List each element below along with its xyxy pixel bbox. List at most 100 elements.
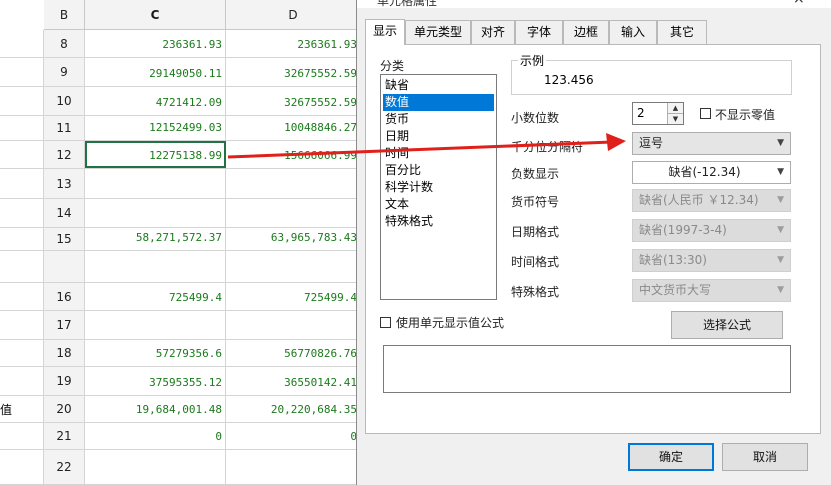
cell-c[interactable]: 19,684,001.48 [85, 396, 226, 422]
cell-a[interactable] [0, 169, 44, 198]
cell-d[interactable]: 56770826.76 [226, 340, 361, 366]
cell-c[interactable]: 58,271,572.37 [85, 228, 226, 250]
row-number[interactable]: 21 [44, 423, 85, 449]
category-item-default[interactable]: 缺省 [383, 77, 494, 94]
tab-alignment[interactable]: 对齐 [471, 20, 515, 44]
cell-a[interactable] [0, 58, 44, 86]
row-number[interactable]: 14 [44, 199, 85, 227]
special-format-select: 中文货币大写 ▼ [632, 279, 791, 302]
cell-c[interactable]: 57279356.6 [85, 340, 226, 366]
row-number[interactable]: 10 [44, 87, 85, 115]
cell-d[interactable]: 0 [226, 423, 361, 449]
cell-a[interactable] [0, 340, 44, 366]
hide-zero-checkbox[interactable] [700, 108, 711, 119]
cell-a[interactable] [0, 228, 44, 250]
formula-textarea[interactable] [383, 345, 791, 393]
cell-a[interactable] [0, 423, 44, 449]
cell-d[interactable]: 36550142.41 [226, 367, 361, 395]
cell-d[interactable]: 32675552.59 [226, 87, 361, 115]
row-number[interactable]: 8 [44, 30, 85, 57]
chevron-down-icon: ▼ [777, 195, 784, 205]
row-number[interactable]: 20 [44, 396, 85, 422]
cell-c[interactable]: 725499.4 [85, 283, 226, 310]
row-number[interactable]: 9 [44, 58, 85, 86]
category-item-text[interactable]: 文本 [383, 196, 494, 213]
cell-d[interactable]: 236361.93 [226, 30, 361, 57]
cell-c[interactable]: 37595355.12 [85, 367, 226, 395]
cell-c[interactable]: 12152499.03 [85, 116, 226, 140]
cell-a[interactable] [0, 87, 44, 115]
cell-d[interactable]: 15666066.99 [226, 141, 361, 168]
stepper-down-icon[interactable]: ▼ [667, 114, 683, 124]
category-item-date[interactable]: 日期 [383, 128, 494, 145]
tab-input[interactable]: 输入 [609, 20, 657, 44]
row-number[interactable]: 18 [44, 340, 85, 366]
cell-c[interactable]: 12275138.99 [85, 141, 226, 168]
tab-display[interactable]: 显示 [365, 19, 405, 45]
cell-c[interactable]: 29149050.11 [85, 58, 226, 86]
cell-a[interactable] [0, 199, 44, 227]
decimal-places-value[interactable]: 2 [637, 106, 645, 120]
cell-a[interactable] [0, 30, 44, 57]
decimal-places-stepper[interactable]: 2 ▲ ▼ [632, 102, 684, 125]
tab-other[interactable]: 其它 [657, 20, 707, 44]
cell-a[interactable] [0, 141, 44, 168]
cell-a[interactable] [0, 116, 44, 140]
cell-d[interactable]: 63,965,783.43 [226, 228, 361, 250]
stepper-up-icon[interactable]: ▲ [667, 103, 683, 114]
cell-c[interactable]: 236361.93 [85, 30, 226, 57]
cell-d[interactable] [226, 199, 361, 227]
cell-d[interactable]: 725499.4 [226, 283, 361, 310]
category-item-number[interactable]: 数值 [383, 94, 494, 111]
cell-a[interactable] [0, 283, 44, 310]
cell-d[interactable]: 20,220,684.35 [226, 396, 361, 422]
cell-c[interactable] [85, 199, 226, 227]
cell-d[interactable] [226, 450, 361, 484]
cell-d[interactable] [226, 311, 361, 339]
cell-d[interactable] [226, 169, 361, 198]
cell-a[interactable] [0, 251, 44, 282]
tab-font[interactable]: 字体 [515, 20, 563, 44]
cell-c[interactable] [85, 450, 226, 484]
column-header-d[interactable]: D [226, 0, 361, 30]
category-item-scientific[interactable]: 科学计数 [383, 179, 494, 196]
cell-a[interactable] [0, 311, 44, 339]
thousands-separator-select[interactable]: 逗号 ▼ [632, 132, 791, 155]
row-number[interactable]: 16 [44, 283, 85, 310]
row-number[interactable]: 13 [44, 169, 85, 198]
cell-c[interactable] [85, 251, 226, 282]
column-header-c[interactable]: C [85, 0, 226, 30]
cell-c[interactable]: 4721412.09 [85, 87, 226, 115]
cell-c[interactable]: 0 [85, 423, 226, 449]
column-header-b[interactable]: B [44, 0, 85, 30]
cell-d[interactable]: 10048846.27 [226, 116, 361, 140]
negative-display-select[interactable]: 缺省(-12.34) ▼ [632, 161, 791, 184]
cell-c[interactable] [85, 169, 226, 198]
cell-d[interactable]: 32675552.59 [226, 58, 361, 86]
cell-c[interactable] [85, 311, 226, 339]
ok-button[interactable]: 确定 [628, 443, 714, 471]
row-number[interactable] [44, 251, 85, 282]
category-item-special[interactable]: 特殊格式 [383, 213, 494, 230]
category-item-time[interactable]: 时间 [383, 145, 494, 162]
tab-cell-type[interactable]: 单元类型 [405, 20, 471, 44]
use-formula-checkbox[interactable] [380, 317, 391, 328]
row-number[interactable]: 19 [44, 367, 85, 395]
cell-a[interactable] [0, 450, 44, 484]
cell-d[interactable] [226, 251, 361, 282]
category-item-percent[interactable]: 百分比 [383, 162, 494, 179]
row-number[interactable]: 15 [44, 228, 85, 250]
special-format-value: 中文货币大写 [639, 283, 712, 297]
row-number[interactable]: 12 [44, 141, 85, 168]
row-number[interactable]: 17 [44, 311, 85, 339]
row-number[interactable]: 22 [44, 450, 85, 484]
cancel-button[interactable]: 取消 [722, 443, 808, 471]
category-item-currency[interactable]: 货币 [383, 111, 494, 128]
cell-a[interactable] [0, 367, 44, 395]
cell-a[interactable]: 值 [0, 396, 44, 422]
choose-formula-button[interactable]: 选择公式 [671, 311, 783, 339]
category-list[interactable]: 缺省 数值 货币 日期 时间 百分比 科学计数 文本 特殊格式 [380, 74, 497, 300]
close-icon[interactable]: × [793, 0, 805, 7]
tab-border[interactable]: 边框 [563, 20, 609, 44]
row-number[interactable]: 11 [44, 116, 85, 140]
